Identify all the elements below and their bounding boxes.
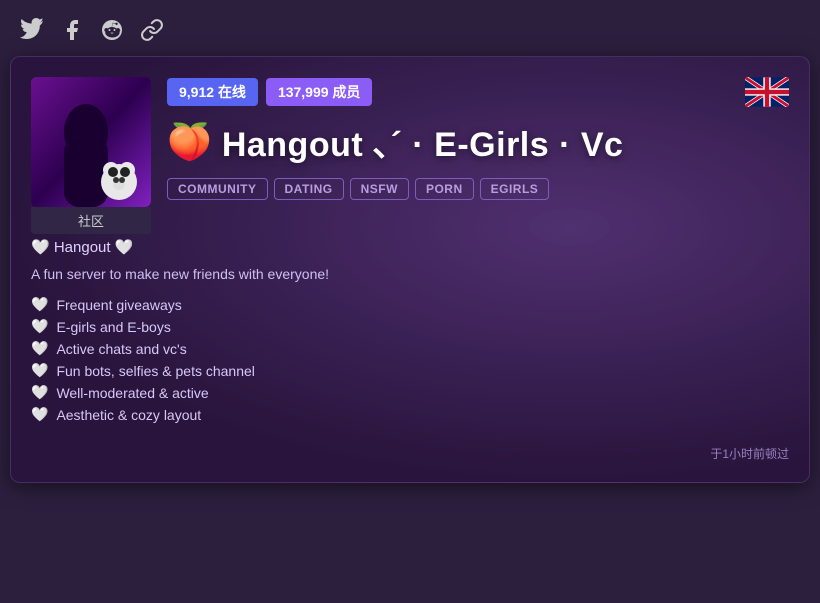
link-icon[interactable] bbox=[138, 16, 166, 44]
feature-item-6: 🤍 Aesthetic & cozy layout bbox=[31, 406, 789, 423]
hangout-line: 🤍 Hangout 🤍 bbox=[31, 238, 789, 256]
heart-icon-2: 🤍 bbox=[31, 318, 48, 335]
description-section: 🤍 Hangout 🤍 A fun server to make new fri… bbox=[31, 234, 789, 427]
online-badge: 9,912 在线 bbox=[167, 78, 258, 106]
tag-egirls[interactable]: EGIRLS bbox=[480, 178, 550, 200]
reddit-icon[interactable] bbox=[98, 16, 126, 44]
timestamp-bar: 于1小时前顿过 bbox=[31, 437, 789, 462]
server-card: 社区 9,912 在线 137,999 成员 bbox=[10, 56, 810, 483]
timestamp: 于1小时前顿过 bbox=[710, 445, 789, 462]
feature-item-3: 🤍 Active chats and vc's bbox=[31, 340, 789, 357]
feature-list: 🤍 Frequent giveaways 🤍 E-girls and E-boy… bbox=[31, 296, 789, 423]
members-badge: 137,999 成员 bbox=[266, 78, 373, 106]
heart-icon-1: 🤍 bbox=[31, 296, 48, 313]
feature-item-4: 🤍 Fun bots, selfies & pets channel bbox=[31, 362, 789, 379]
tags-row: COMMUNITY DATING NSFW PORN EGIRLS bbox=[167, 178, 789, 200]
feature-item-2: 🤍 E-girls and E-boys bbox=[31, 318, 789, 335]
social-bar bbox=[10, 10, 810, 56]
heart-icon-4: 🤍 bbox=[31, 362, 48, 379]
tag-community[interactable]: COMMUNITY bbox=[167, 178, 268, 200]
avatar-section: 社区 bbox=[31, 77, 151, 234]
card-top: 社区 9,912 在线 137,999 成员 bbox=[31, 77, 789, 234]
avatar-label: 社区 bbox=[31, 207, 151, 234]
feature-item-5: 🤍 Well-moderated & active bbox=[31, 384, 789, 401]
server-title: 🍑 Hangout ､´ · E-Girls · Vc bbox=[167, 117, 789, 166]
card-info: 9,912 在线 137,999 成员 bbox=[167, 77, 789, 214]
facebook-icon[interactable] bbox=[58, 16, 86, 44]
uk-flag bbox=[745, 77, 789, 107]
tag-nsfw[interactable]: NSFW bbox=[350, 178, 409, 200]
server-name-text: Hangout ､´ · E-Girls · Vc bbox=[222, 117, 624, 166]
feature-item-1: 🤍 Frequent giveaways bbox=[31, 296, 789, 313]
twitter-icon[interactable] bbox=[18, 16, 46, 44]
page-background: 社区 9,912 在线 137,999 成员 bbox=[0, 0, 820, 603]
peach-emoji: 🍑 bbox=[167, 121, 212, 163]
stats-row: 9,912 在线 137,999 成员 bbox=[167, 77, 789, 107]
fun-server-line: A fun server to make new friends with ev… bbox=[31, 266, 789, 282]
heart-icon-6: 🤍 bbox=[31, 406, 48, 423]
heart-icon-3: 🤍 bbox=[31, 340, 48, 357]
server-avatar bbox=[31, 77, 151, 207]
tag-porn[interactable]: PORN bbox=[415, 178, 474, 200]
tag-dating[interactable]: DATING bbox=[274, 178, 344, 200]
heart-icon-5: 🤍 bbox=[31, 384, 48, 401]
